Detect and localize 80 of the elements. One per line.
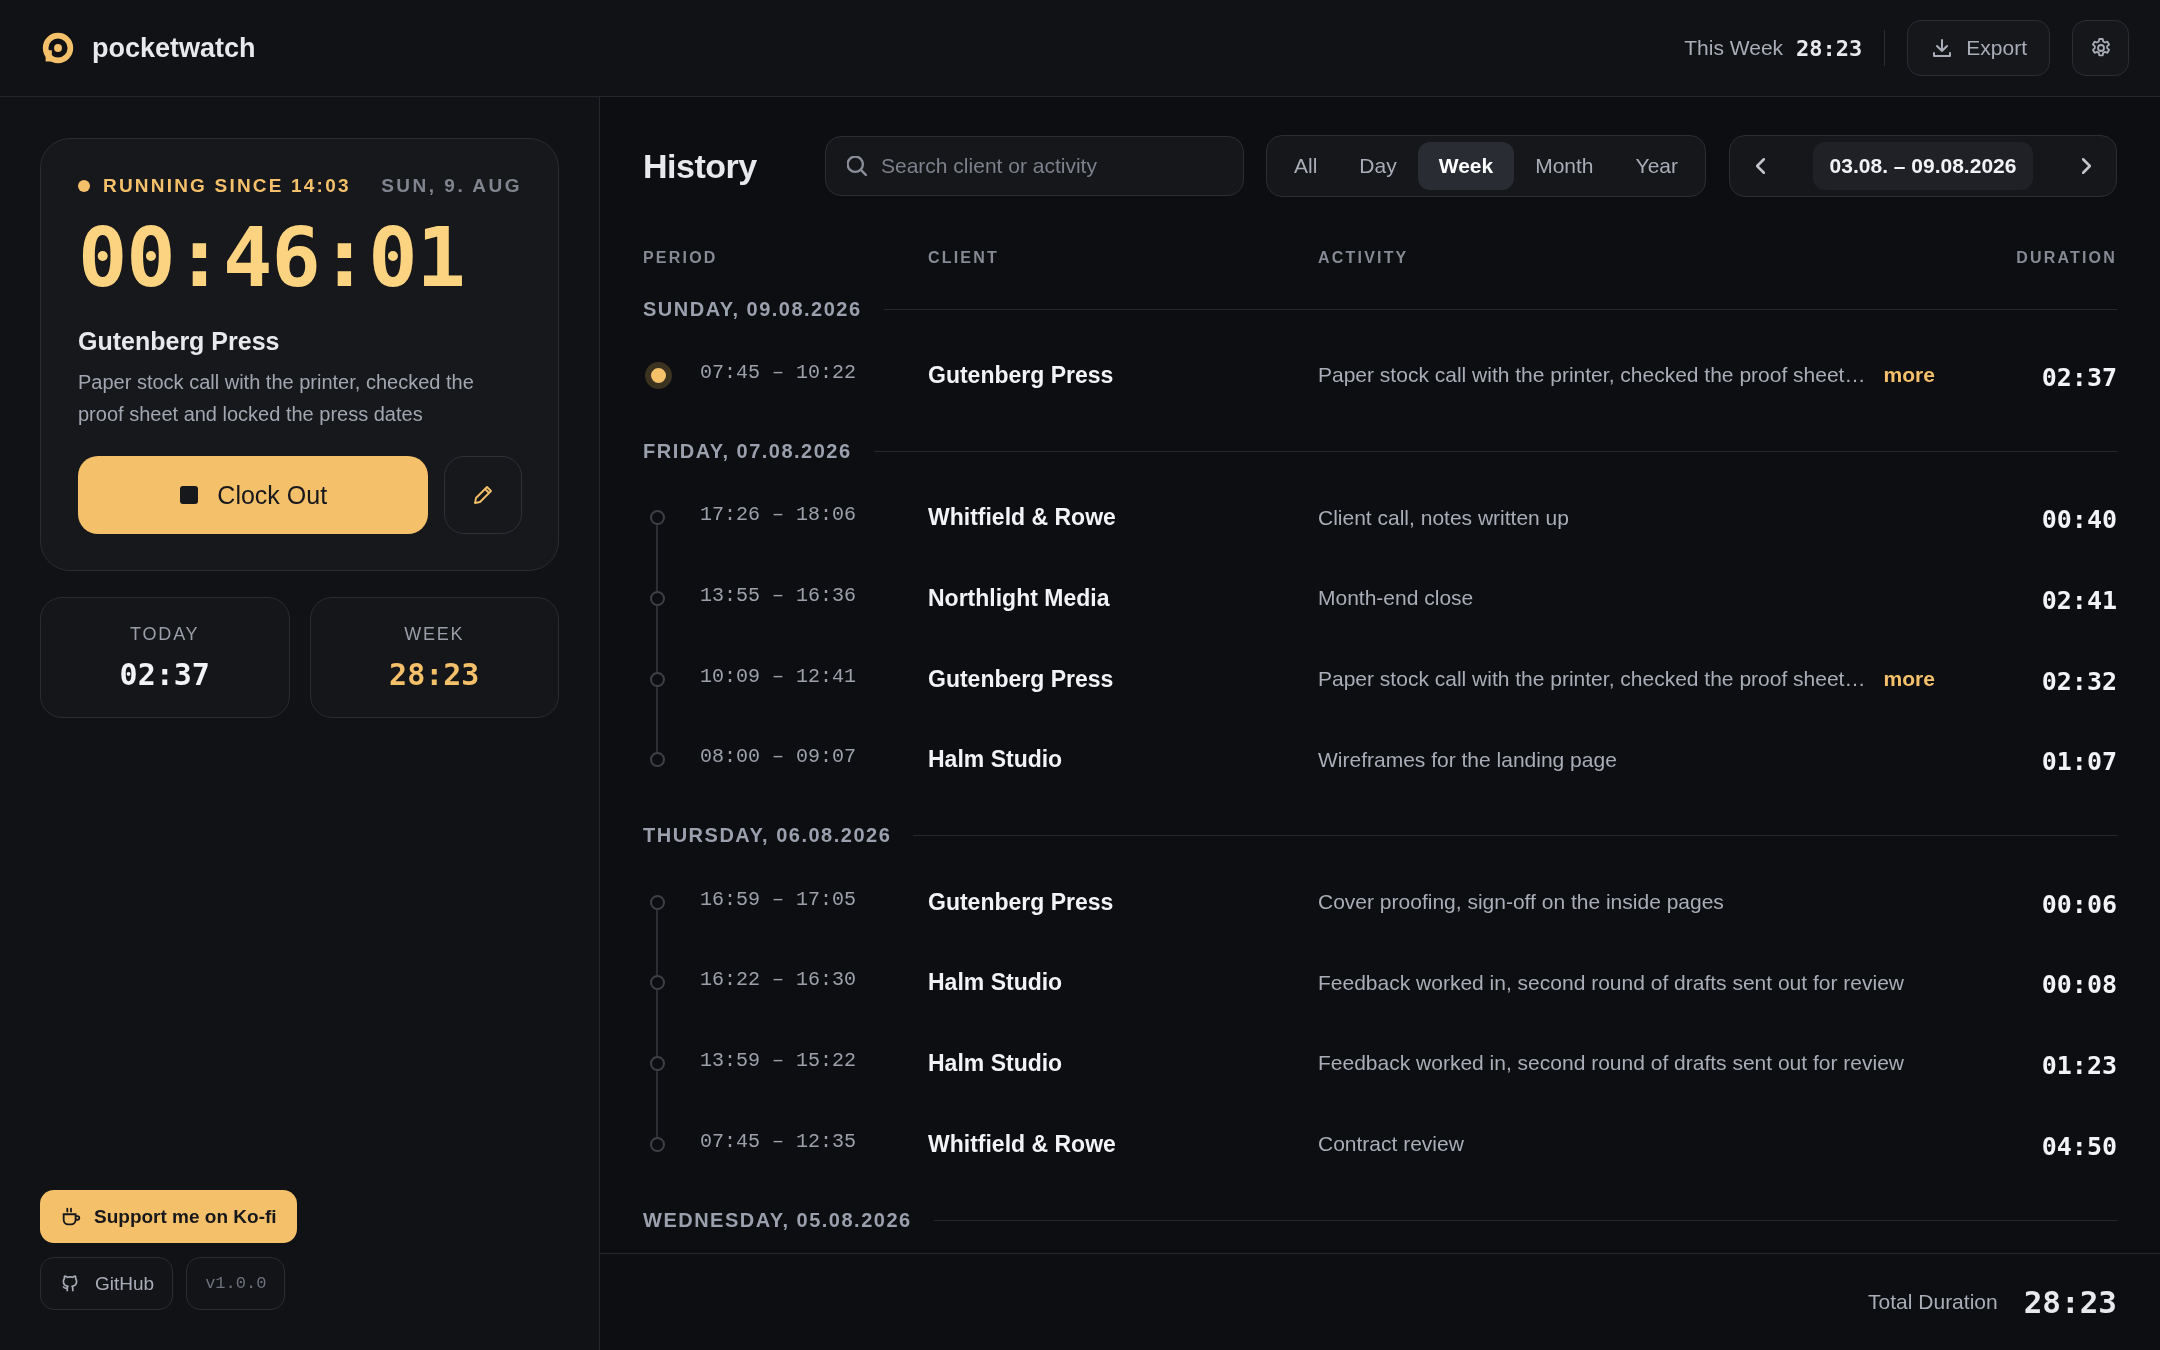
entry-period: 07:45 – 10:22 (700, 360, 858, 384)
history-title: History (643, 146, 758, 186)
search-field[interactable]: Search client or activity (825, 136, 1244, 196)
column-header: CLIENT (928, 249, 1000, 267)
app-name: pocketwatch (92, 32, 256, 64)
more-link[interactable]: more (1883, 667, 1935, 692)
entry-duration: 00:06 (2040, 889, 2117, 919)
logo-icon (40, 30, 76, 66)
entry-activity: Client call, notes written up (1318, 505, 1569, 530)
range-tab[interactable]: Year (1614, 142, 1699, 190)
cup-icon (60, 1205, 82, 1228)
day-heading: WEDNESDAY, 05.08.2026 (643, 1208, 912, 1232)
range-tab[interactable]: Month (1514, 142, 1615, 190)
timer-date: SUN, 9. AUG (381, 175, 522, 197)
day-heading: FRIDAY, 07.08.2026 (643, 440, 852, 464)
kofi-button[interactable]: Support me on Ko-fi (40, 1190, 297, 1243)
stop-icon (179, 485, 200, 506)
total-label: Total Duration (1868, 1290, 1998, 1314)
range-tab[interactable]: All (1273, 142, 1339, 190)
entry-duration: 04:50 (2040, 1131, 2117, 1161)
entry-client: Halm Studio (928, 1049, 1064, 1077)
entry-period: 16:59 – 17:05 (700, 887, 858, 911)
entry-client: Gutenberg Press (928, 888, 1115, 916)
total-duration: 28:23 (2023, 1284, 2117, 1320)
entry-client: Gutenberg Press (928, 665, 1115, 693)
entry-duration: 01:07 (2040, 747, 2117, 777)
github-button[interactable]: GitHub (40, 1257, 174, 1310)
week-total: 28:23 (1796, 35, 1863, 61)
entry-activity: Month-end close (1318, 586, 1474, 611)
version-label: v1.0.0 (186, 1257, 286, 1310)
stat-value: 02:37 (119, 656, 210, 692)
entry-client: Halm Studio (928, 969, 1064, 997)
entry-activity: Contract review (1318, 1132, 1464, 1157)
entry-client: Whitfield & Rowe (928, 504, 1117, 532)
entry-activity: Paper stock call with the printer, checked the proof sheet… (1318, 667, 1866, 692)
more-link[interactable]: more (1883, 363, 1935, 388)
entry-activity: Paper stock call with the printer, checked the proof sheet… (1318, 363, 1866, 388)
entry-period: 17:26 – 18:06 (700, 503, 858, 527)
entry-period: 07:45 – 12:35 (700, 1129, 858, 1153)
entry-activity: Feedback worked in, second round of drafts sent out for review (1318, 970, 1904, 995)
export-button[interactable]: Export (1907, 20, 2050, 76)
week-label: This Week (1684, 36, 1784, 60)
entry-period: 13:55 – 16:36 (700, 584, 858, 607)
stat-label: WEEK (404, 623, 465, 645)
entry-client: Whitfield & Rowe (928, 1130, 1117, 1158)
timer-activity: Paper stock call with the printer, checked the proof sheet and locked the press dates (78, 370, 475, 428)
running-status: RUNNING SINCE 14:03 (103, 175, 351, 197)
entry-activity: Wireframes for the landing page (1318, 747, 1617, 772)
entry-client: Halm Studio (928, 746, 1064, 774)
stat-label: TODAY (130, 623, 200, 645)
column-header: DURATION (2015, 249, 2117, 267)
range-tab[interactable]: Week (1417, 142, 1515, 190)
entry-activity: Cover proofing, sign-off on the inside pages (1318, 890, 1724, 915)
elapsed-time: 00:46:01 (78, 213, 466, 304)
entry-duration: 00:40 (2040, 505, 2117, 535)
entry-client: Northlight Media (928, 585, 1111, 612)
entry-period: 16:22 – 16:30 (700, 968, 858, 992)
chevron-right-icon (2081, 158, 2091, 174)
entry-duration: 01:23 (2040, 1050, 2117, 1080)
entry-duration: 00:08 (2040, 970, 2117, 1000)
chevron-left-icon (1755, 158, 1765, 174)
entry-duration: 02:41 (2040, 586, 2117, 615)
day-heading: THURSDAY, 06.08.2026 (643, 824, 892, 848)
entry-period: 10:09 – 12:41 (700, 664, 858, 688)
clock-out-button[interactable]: Clock Out (78, 456, 429, 535)
entry-client: Gutenberg Press (928, 361, 1115, 389)
settings-button[interactable] (2072, 20, 2129, 76)
entry-activity: Feedback worked in, second round of drafts sent out for review (1318, 1051, 1904, 1076)
entry-period: 13:59 – 15:22 (700, 1048, 858, 1072)
column-header: ACTIVITY (1318, 249, 1410, 267)
range-tab[interactable]: Day (1338, 142, 1418, 190)
entry-duration: 02:37 (2040, 362, 2117, 392)
day-heading: SUNDAY, 09.08.2026 (643, 297, 862, 321)
search-icon (847, 156, 867, 176)
timer-client: Gutenberg Press (78, 327, 281, 357)
entry-period: 08:00 – 09:07 (700, 745, 858, 769)
date-range: 03.08. – 09.08.2026 (1812, 142, 2034, 190)
column-header: PERIOD (643, 249, 719, 267)
entry-duration: 02:32 (2040, 666, 2117, 696)
stat-value: 28:23 (389, 656, 480, 692)
